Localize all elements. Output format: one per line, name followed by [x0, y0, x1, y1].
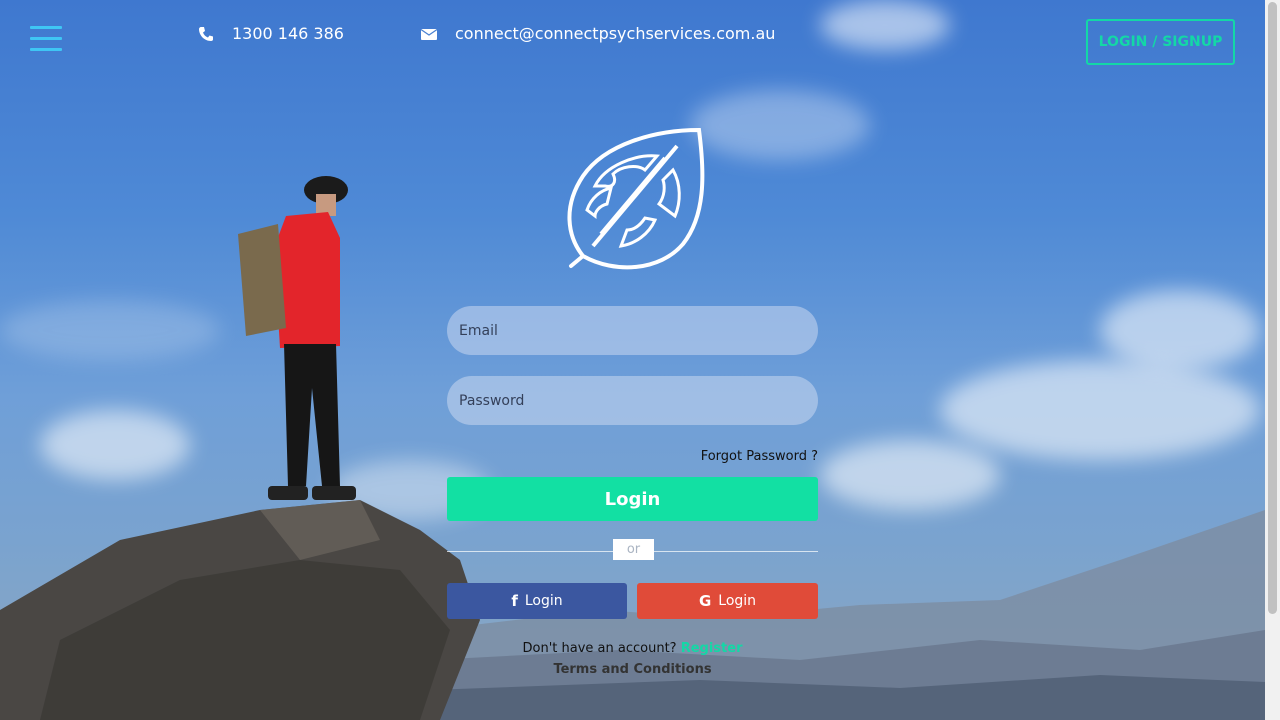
scrollbar-thumb[interactable] [1268, 2, 1277, 614]
register-prompt: Don't have an account? Register [447, 641, 818, 656]
google-login-button[interactable]: G Login [637, 583, 818, 619]
facebook-login-button[interactable]: f Login [447, 583, 627, 619]
phone-contact: 1300 146 386 [198, 24, 344, 43]
login-signup-button[interactable]: LOGIN / SIGNUP [1086, 19, 1235, 65]
phone-icon [199, 26, 213, 41]
no-account-text: Don't have an account? [522, 641, 677, 656]
terms-link[interactable]: Terms and Conditions [447, 662, 818, 677]
password-input[interactable] [447, 376, 818, 425]
facebook-icon: f [511, 592, 518, 610]
email-address: connect@connectpsychservices.com.au [455, 24, 776, 43]
hiker-figure [238, 176, 356, 500]
leaf-logo-icon [567, 127, 705, 270]
google-icon: G [698, 592, 712, 610]
envelope-icon [421, 28, 437, 40]
register-link[interactable]: Register [681, 641, 743, 656]
forgot-password-link[interactable]: Forgot Password ? [690, 449, 818, 464]
facebook-login-label: Login [524, 593, 563, 609]
rock-cliff [0, 500, 480, 720]
login-button[interactable]: Login [447, 477, 818, 521]
email-input[interactable] [447, 306, 818, 355]
phone-number: 1300 146 386 [232, 24, 344, 43]
or-label: or [613, 539, 654, 560]
google-login-label: Login [718, 593, 757, 609]
page-scrollbar[interactable] [1265, 0, 1280, 720]
hamburger-menu-icon[interactable] [30, 26, 62, 52]
email-contact: connect@connectpsychservices.com.au [421, 24, 775, 43]
